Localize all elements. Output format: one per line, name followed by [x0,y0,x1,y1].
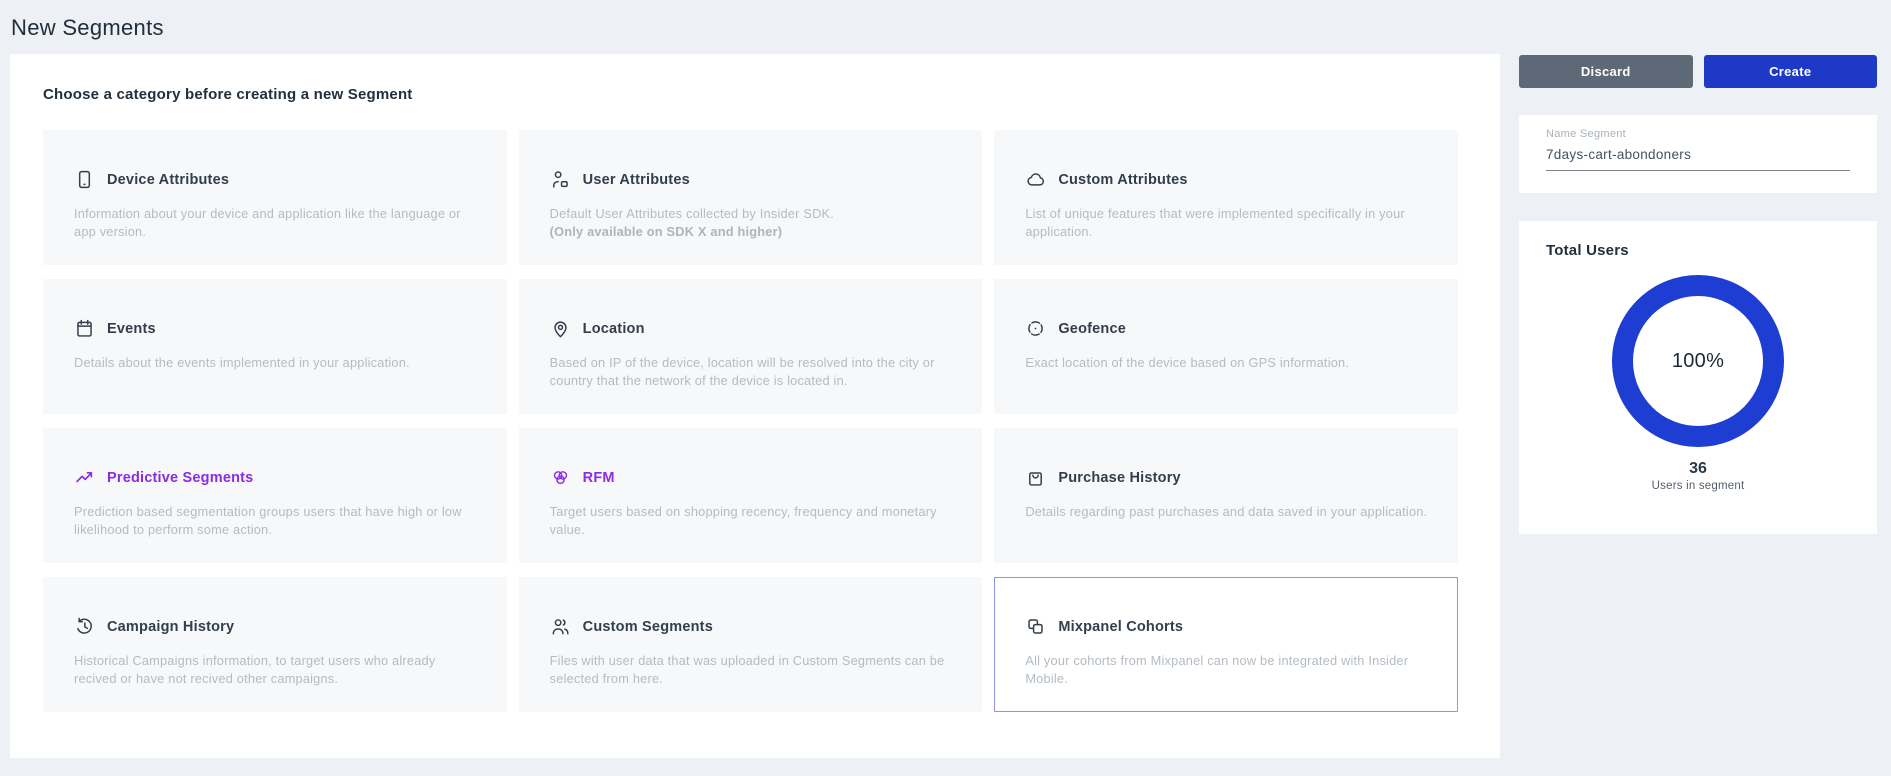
category-card-campaign-history[interactable]: Campaign History Historical Campaigns in… [43,577,507,712]
card-description: Prediction based segmentation groups use… [74,503,478,539]
cloud-icon [1025,169,1046,190]
card-head: RFM [550,467,954,488]
action-buttons: Discard Create [1519,55,1877,88]
card-description: All your cohorts from Mixpanel can now b… [1025,652,1429,688]
map-pin-icon [550,318,571,339]
history-clock-icon [74,616,95,637]
category-card-events[interactable]: Events Details about the events implemen… [43,279,507,414]
card-head: Geofence [1025,318,1429,339]
card-description-line1: Default User Attributes collected by Ins… [550,206,834,221]
card-head: Custom Segments [550,616,954,637]
card-head: Mixpanel Cohorts [1025,616,1429,637]
discard-button[interactable]: Discard [1519,55,1693,88]
category-card-predictive-segments[interactable]: Predictive Segments Prediction based seg… [43,428,507,563]
card-description: Default User Attributes collected by Ins… [550,205,954,241]
name-segment-input[interactable] [1546,140,1850,171]
users-icon [550,616,571,637]
card-head: Events [74,318,478,339]
user-icon [550,169,571,190]
category-card-device-attributes[interactable]: Device Attributes Information about your… [43,130,507,265]
smartphone-icon [74,169,95,190]
linked-squares-icon [1025,616,1046,637]
card-title: Events [107,321,156,337]
donut-percent-label: 100% [1672,350,1724,373]
card-description: Files with user data that was uploaded i… [550,652,954,688]
panel-heading: Choose a category before creating a new … [10,54,1500,103]
card-description: Details regarding past purchases and dat… [1025,503,1429,521]
calendar-icon [74,318,95,339]
total-users-title: Total Users [1546,242,1850,259]
segment-sidebar: Discard Create Name Segment Total Users … [1519,55,1877,534]
page-title: New Segments [11,15,164,41]
users-in-segment-count: 36 [1546,460,1850,478]
card-title: Mixpanel Cohorts [1058,619,1183,635]
card-head: Device Attributes [74,169,478,190]
category-card-mixpanel-cohorts[interactable]: Mixpanel Cohorts All your cohorts from M… [994,577,1458,712]
card-title: Custom Segments [583,619,713,635]
card-description: Historical Campaigns information, to tar… [74,652,478,688]
card-title: Location [583,321,645,337]
card-title: Predictive Segments [107,470,253,486]
total-users-donut-chart: 100% [1612,275,1784,447]
crosshair-icon [1025,318,1046,339]
card-description: Target users based on shopping recency, … [550,503,954,539]
category-panel: Choose a category before creating a new … [10,54,1500,758]
card-description: Details about the events implemented in … [74,354,478,372]
venn-diagram-icon [550,467,571,488]
card-description-line2: (Only available on SDK X and higher) [550,224,783,239]
card-head: Custom Attributes [1025,169,1429,190]
trending-up-icon [74,467,95,488]
card-title: User Attributes [583,172,690,188]
category-card-purchase-history[interactable]: Purchase History Details regarding past … [994,428,1458,563]
create-button[interactable]: Create [1704,55,1878,88]
category-card-custom-attributes[interactable]: Custom Attributes List of unique feature… [994,130,1458,265]
category-card-location[interactable]: Location Based on IP of the device, loca… [519,279,983,414]
category-grid: Device Attributes Information about your… [10,103,1500,712]
card-description: Exact location of the device based on GP… [1025,354,1429,372]
total-users-card: Total Users 100% 36 Users in segment [1519,221,1877,534]
card-head: Purchase History [1025,467,1429,488]
card-description: List of unique features that were implem… [1025,205,1429,241]
name-segment-card: Name Segment [1519,115,1877,193]
name-segment-label: Name Segment [1546,128,1850,140]
card-title: Campaign History [107,619,234,635]
category-card-geofence[interactable]: Geofence Exact location of the device ba… [994,279,1458,414]
card-title: Geofence [1058,321,1126,337]
shopping-bag-icon [1025,467,1046,488]
card-title: Purchase History [1058,470,1180,486]
card-title: Device Attributes [107,172,229,188]
category-card-custom-segments[interactable]: Custom Segments Files with user data tha… [519,577,983,712]
card-head: Campaign History [74,616,478,637]
category-card-user-attributes[interactable]: User Attributes Default User Attributes … [519,130,983,265]
card-description: Information about your device and applic… [74,205,478,241]
category-card-rfm[interactable]: RFM Target users based on shopping recen… [519,428,983,563]
card-head: Location [550,318,954,339]
card-title: Custom Attributes [1058,172,1187,188]
card-head: User Attributes [550,169,954,190]
users-in-segment-caption: Users in segment [1546,480,1850,492]
card-description: Based on IP of the device, location will… [550,354,954,390]
card-title: RFM [583,470,615,486]
card-head: Predictive Segments [74,467,478,488]
